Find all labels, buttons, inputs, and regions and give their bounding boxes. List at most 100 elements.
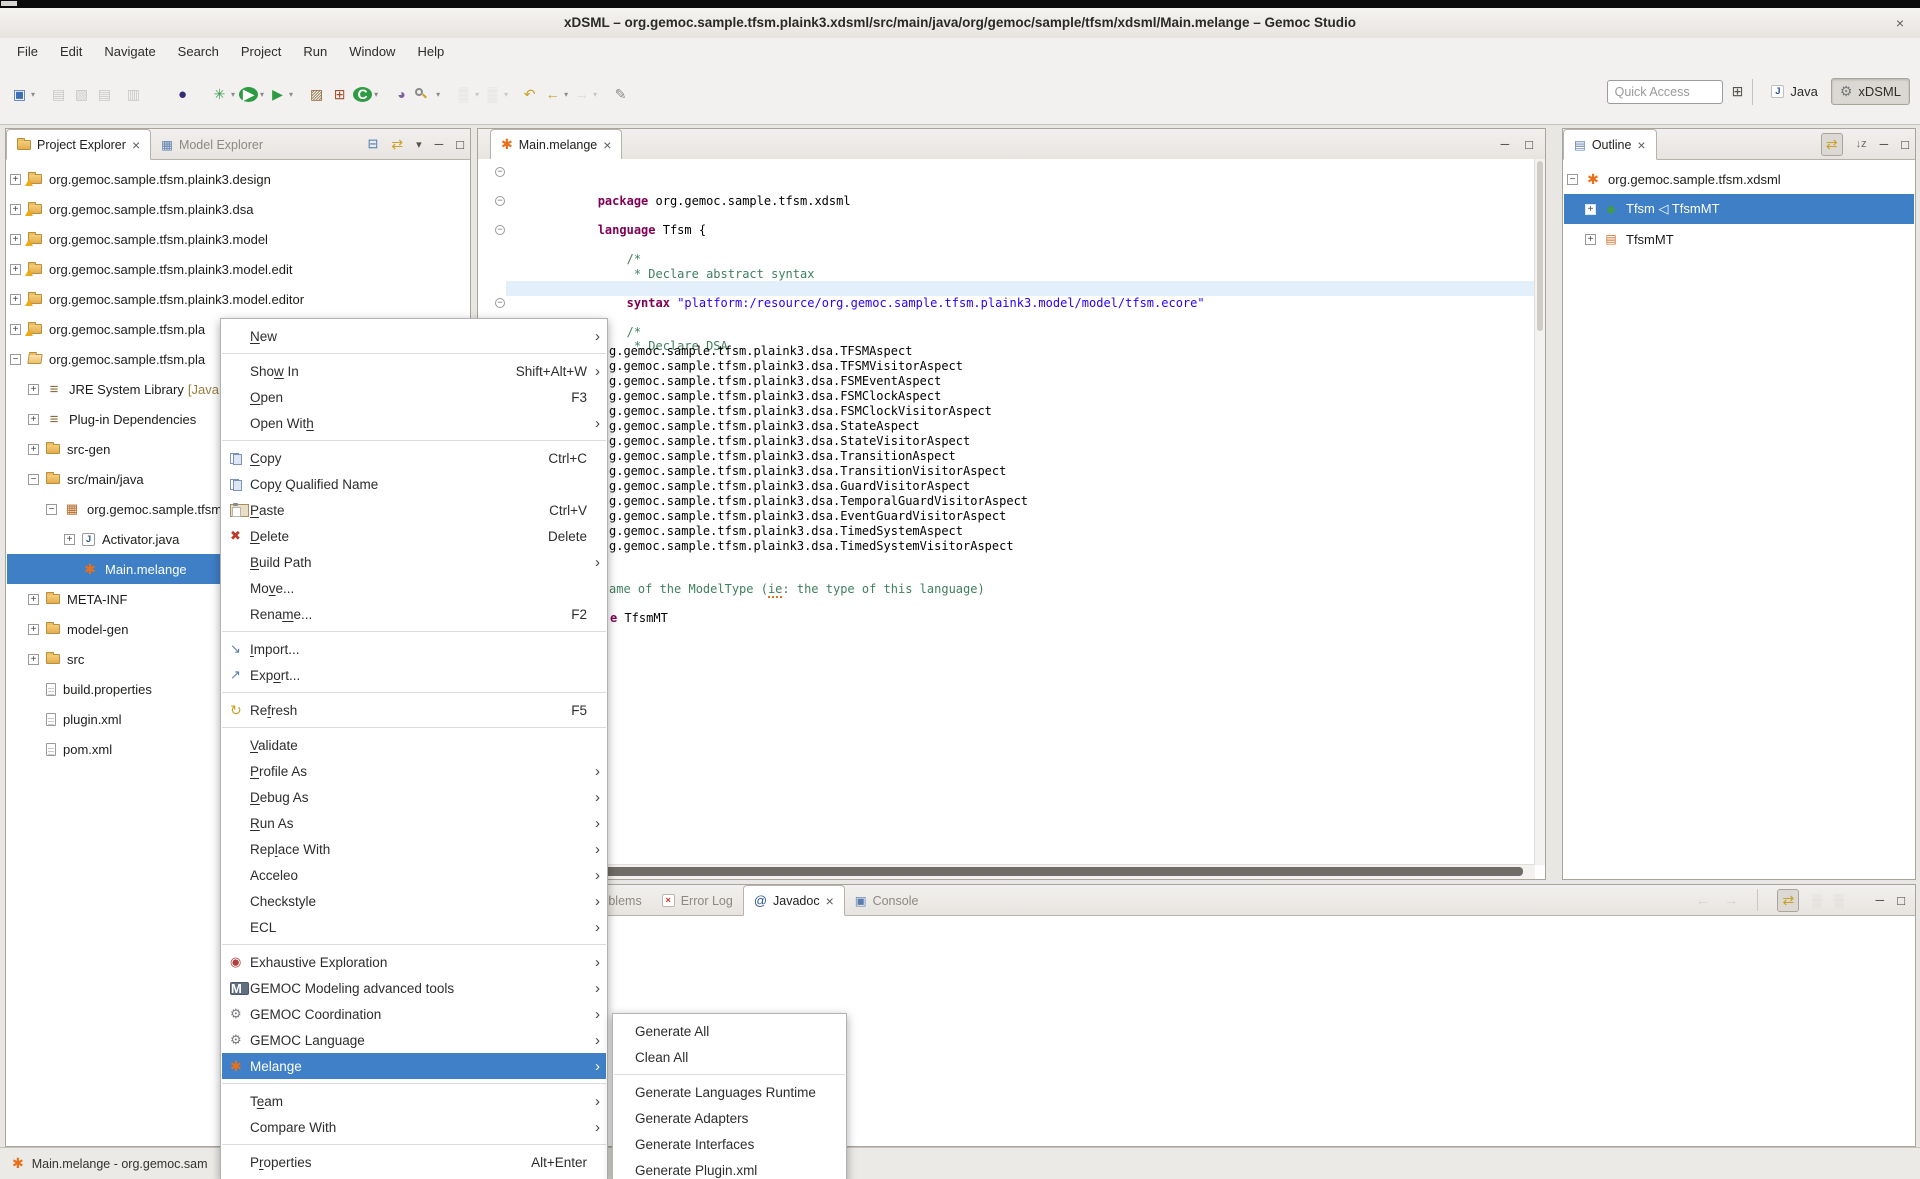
menu-item[interactable]: Checkstyle › (222, 888, 606, 914)
toolbar-button[interactable]: ▤ ▾ (47, 81, 70, 107)
maximize-icon[interactable]: □ (1525, 137, 1533, 152)
dropdown-icon[interactable]: ▾ (593, 90, 597, 99)
toolbar-button[interactable]: → ▾ (570, 81, 599, 107)
menu-item[interactable]: Acceleo › (222, 862, 606, 888)
toolbar-button[interactable]: ↶ ▾ (518, 81, 541, 107)
menu-item[interactable]: M GEMOC Modeling advanced tools › (222, 975, 606, 1001)
menubar-item[interactable]: Window (338, 41, 406, 62)
tree-expander-icon[interactable]: + (28, 594, 39, 605)
tree-expander-icon[interactable]: − (1567, 174, 1578, 185)
menu-item[interactable]: Validate › (222, 732, 606, 758)
tree-expander-icon[interactable]: + (28, 414, 39, 425)
tree-item[interactable]: + ◆ Tfsm ◁ TfsmMT (1564, 194, 1914, 224)
menu-item[interactable]: Debug As › (222, 784, 606, 810)
tree-expander-icon[interactable]: + (10, 234, 21, 245)
view-toolbar-button[interactable]: ─ (1880, 137, 1889, 151)
tree-expander-icon[interactable]: + (10, 264, 21, 275)
toolbar-button[interactable]: ▧ ▾ (70, 81, 93, 107)
close-icon[interactable]: × (1637, 137, 1645, 153)
editor-tab[interactable]: ✱ Main.melange × (490, 129, 622, 160)
menu-item[interactable]: Properties Alt+Enter › (222, 1149, 606, 1175)
tree-expander-icon[interactable]: + (1585, 204, 1596, 215)
dropdown-icon[interactable]: ▾ (564, 90, 568, 99)
tree-expander-icon[interactable]: + (10, 324, 21, 335)
tree-item[interactable]: + ▤ TfsmMT (1564, 224, 1914, 254)
menubar-item[interactable]: Navigate (93, 41, 166, 62)
quick-access-input[interactable] (1607, 80, 1723, 104)
toolbar-button[interactable]: ▶ ▾ (266, 81, 295, 107)
menu-item[interactable]: Build Path › (222, 549, 606, 575)
tree-expander-icon[interactable]: + (10, 204, 21, 215)
menu-item[interactable]: Copy Ctrl+C › (222, 445, 606, 471)
menu-item[interactable]: Copy Qualified Name › (222, 471, 606, 497)
menu-item[interactable]: Move... › (222, 575, 606, 601)
menubar-item[interactable]: File (6, 41, 49, 62)
menubar-item[interactable]: Search (167, 41, 230, 62)
menu-item[interactable]: Profile As › (222, 758, 606, 784)
menu-item[interactable]: Generate Languages Runtime › (614, 1079, 845, 1105)
menu-item[interactable]: Generate All › (614, 1018, 845, 1044)
menu-item[interactable]: ⚙ GEMOC Language › (222, 1027, 606, 1053)
open-perspective-icon[interactable]: ⊞ (1732, 83, 1744, 100)
close-icon[interactable]: × (1896, 8, 1904, 38)
menu-item[interactable]: Team › (222, 1088, 606, 1114)
menu-item[interactable]: ◉ Exhaustive Exploration › (222, 949, 606, 975)
view-tab[interactable]: @ Javadoc × (743, 885, 845, 916)
scrollbar-thumb[interactable] (491, 867, 1523, 876)
horizontal-scrollbar[interactable] (478, 864, 1535, 879)
toolbar-button[interactable]: ◕ ▾ (390, 81, 413, 107)
dropdown-icon[interactable]: ▾ (475, 90, 479, 99)
view-toolbar-button[interactable]: ▒ (1834, 893, 1843, 908)
toolbar-button[interactable]: C ▾ (351, 81, 380, 107)
toolbar-button[interactable]: ▶ ▾ (237, 81, 266, 107)
minimize-icon[interactable]: ─ (1501, 137, 1510, 151)
tree-expander-icon[interactable]: + (1585, 234, 1596, 245)
dropdown-icon[interactable]: ▾ (260, 90, 264, 99)
view-tab[interactable]: × Error Log × (652, 886, 743, 915)
dropdown-icon[interactable]: ▾ (504, 90, 508, 99)
menubar-item[interactable]: Project (230, 41, 292, 62)
view-toolbar-button[interactable]: ▒ (1812, 893, 1821, 908)
view-toolbar-button[interactable]: ← (1695, 892, 1710, 909)
dropdown-icon[interactable]: ▾ (436, 90, 440, 99)
menu-item[interactable]: Open F3 › (222, 384, 606, 410)
toolbar-button[interactable]: ● ▾ (171, 81, 194, 107)
fold-minus-icon[interactable]: − (495, 225, 505, 235)
tree-item[interactable]: + org.gemoc.sample.tfsm.plaink3.design (7, 164, 469, 194)
vertical-scrollbar[interactable] (1534, 159, 1545, 865)
menu-item[interactable]: Open With › (222, 410, 606, 436)
outline-tab[interactable]: ▤ Outline × (1563, 129, 1657, 160)
dropdown-icon[interactable]: ▾ (289, 90, 293, 99)
tree-expander-icon[interactable]: + (28, 624, 39, 635)
menu-item[interactable]: Compare With › (222, 1114, 606, 1140)
scrollbar-thumb[interactable] (1537, 161, 1543, 331)
toolbar-button[interactable]: ▨ ▾ (305, 81, 328, 107)
toolbar-button[interactable]: ▒ ▾ (452, 81, 481, 107)
perspective-button[interactable]: ⚙ xDSML (1831, 78, 1910, 105)
tree-item[interactable]: − ✱ org.gemoc.sample.tfsm.xdsml (1564, 164, 1914, 194)
menu-item[interactable]: New › (222, 323, 606, 349)
toolbar-button[interactable]: ▥ ▾ (122, 81, 145, 107)
menu-item[interactable]: Show In Shift+Alt+W › (222, 358, 606, 384)
view-toolbar-button[interactable]: ⇄ (1821, 133, 1843, 156)
perspective-button[interactable]: J Java (1762, 79, 1826, 104)
view-toolbar-button[interactable]: → (1723, 892, 1738, 909)
view-toolbar-button[interactable]: ⊟ (367, 136, 378, 152)
fold-minus-icon[interactable]: − (495, 167, 505, 177)
menu-item[interactable]: Generate Plugin.xml › (614, 1157, 845, 1179)
menu-item[interactable]: ⚙ GEMOC Coordination › (222, 1001, 606, 1027)
view-toolbar-button[interactable]: □ (456, 137, 464, 152)
tree-item[interactable]: + org.gemoc.sample.tfsm.plaink3.model.ed… (7, 284, 469, 314)
tree-item[interactable]: + org.gemoc.sample.tfsm.plaink3.model.ed… (7, 254, 469, 284)
toolbar-button[interactable]: ✎ ▾ (609, 81, 632, 107)
menu-item[interactable]: ✱ Melange › (222, 1053, 606, 1079)
menu-item[interactable]: Paste Ctrl+V › (222, 497, 606, 523)
view-toolbar-button[interactable]: ─ (1876, 893, 1885, 907)
view-tab[interactable]: ▦ Model Explorer × (151, 130, 273, 159)
menu-item[interactable]: ↻ Refresh F5 › (222, 697, 606, 723)
tree-expander-icon[interactable]: + (28, 654, 39, 665)
code-editor[interactable]: − package org.gemoc.sample.tfsm.xdsml − … (478, 159, 1545, 879)
dropdown-icon[interactable]: ▾ (231, 90, 235, 99)
menu-item[interactable]: Generate Adapters › (614, 1105, 845, 1131)
view-toolbar-button[interactable]: ⇄ (391, 136, 403, 153)
